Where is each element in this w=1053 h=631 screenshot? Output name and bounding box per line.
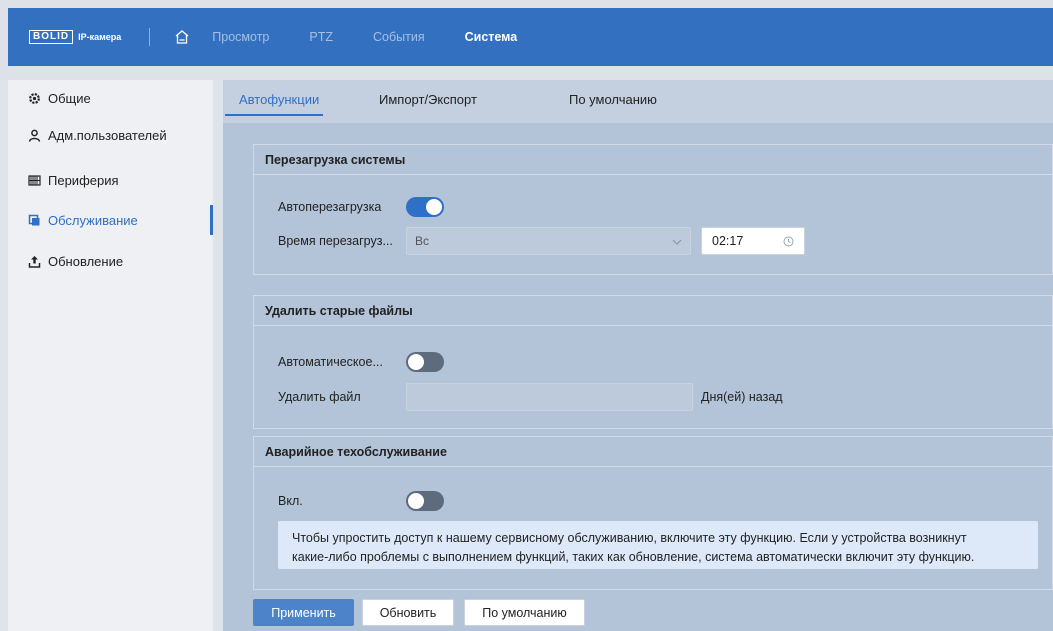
panel-title: Аварийное техобслуживание xyxy=(254,437,1052,467)
auto-reboot-toggle[interactable] xyxy=(406,197,444,217)
auto-delete-label: Автоматическое... xyxy=(278,355,383,369)
top-bar: BOLID IP-камера Просмотр PTZ События Сис… xyxy=(0,0,1053,80)
reboot-day-select[interactable]: Вс xyxy=(406,227,691,255)
nav-system[interactable]: Система xyxy=(465,30,518,44)
auto-delete-toggle[interactable] xyxy=(406,352,444,372)
reboot-panel: Перезагрузка системы Автоперезагрузка Вр… xyxy=(253,144,1053,275)
peripheral-icon xyxy=(27,173,41,187)
gear-icon xyxy=(27,91,41,105)
emergency-enable-row: Вкл. xyxy=(278,491,444,511)
default-button[interactable]: По умолчанию xyxy=(464,599,585,626)
days-suffix: Дня(ей) назад xyxy=(701,390,783,404)
top-nav: BOLID IP-камера Просмотр PTZ События Сис… xyxy=(8,8,1053,66)
tab-defaults[interactable]: По умолчанию xyxy=(569,92,657,107)
nav-ptz[interactable]: PTZ xyxy=(309,30,333,44)
nav-events[interactable]: События xyxy=(373,30,425,44)
refresh-button[interactable]: Обновить xyxy=(362,599,454,626)
sidebar-item-label: Периферия xyxy=(48,172,119,188)
delete-days-input[interactable] xyxy=(406,383,693,411)
tab-auto-functions[interactable]: Автофункции xyxy=(239,92,319,107)
panel-title: Перезагрузка системы xyxy=(254,145,1052,175)
reboot-day-value: Вс xyxy=(415,234,430,248)
emergency-enable-toggle[interactable] xyxy=(406,491,444,511)
auto-delete-row: Автоматическое... xyxy=(278,352,444,372)
panel-title: Удалить старые файлы xyxy=(254,296,1052,326)
emergency-enable-label: Вкл. xyxy=(278,494,303,508)
apply-button[interactable]: Применить xyxy=(253,599,354,626)
divider xyxy=(149,28,151,46)
tab-import-export[interactable]: Импорт/Экспорт xyxy=(379,92,477,107)
notice-line: Чтобы упростить доступ к нашему сервисно… xyxy=(292,531,967,545)
clock-icon xyxy=(783,236,794,250)
emergency-panel: Аварийное техобслуживание Вкл. Чтобы упр… xyxy=(253,436,1053,590)
tab-underline xyxy=(225,114,323,116)
upload-icon xyxy=(27,254,41,268)
reboot-time-row: Время перезагруз... Вс 02:17 xyxy=(278,227,805,255)
sidebar: Общие Адм.пользователей Периферия Обслуж… xyxy=(8,80,213,631)
reboot-time-input[interactable]: 02:17 xyxy=(701,227,805,255)
sidebar-item-update[interactable]: Обновление xyxy=(8,246,213,276)
logo-mark: BOLID xyxy=(29,30,74,44)
main-content: Автофункции Импорт/Экспорт По умолчанию … xyxy=(223,80,1053,631)
delete-days-row: Удалить файл Дня(ей) назад xyxy=(278,383,783,411)
reboot-time-value: 02:17 xyxy=(712,234,744,248)
sidebar-item-peripheral[interactable]: Периферия xyxy=(8,165,213,195)
nav-view[interactable]: Просмотр xyxy=(212,30,269,44)
emergency-notice: Чтобы упростить доступ к нашему сервисно… xyxy=(278,521,1038,569)
notice-line: какие-либо проблемы с выполнением функци… xyxy=(292,550,975,564)
chevron-down-icon xyxy=(672,236,682,250)
sidebar-item-label: Обновление xyxy=(48,253,124,269)
sidebar-item-label: Обслуживание xyxy=(48,212,138,228)
reboot-time-label: Время перезагруз... xyxy=(278,234,393,248)
delete-files-panel: Удалить старые файлы Автоматическое... У… xyxy=(253,295,1053,429)
home-icon[interactable] xyxy=(172,27,192,47)
sidebar-item-label: Адм.пользователей xyxy=(48,127,167,143)
sidebar-item-general[interactable]: Общие xyxy=(8,83,213,113)
user-icon xyxy=(27,128,41,142)
maintenance-icon xyxy=(27,213,41,227)
auto-reboot-label: Автоперезагрузка xyxy=(278,200,382,214)
main-nav: Просмотр PTZ События Система xyxy=(212,30,557,44)
brand-logo: BOLID IP-камера xyxy=(29,30,121,44)
sidebar-item-users[interactable]: Адм.пользователей xyxy=(8,120,213,150)
auto-reboot-row: Автоперезагрузка xyxy=(278,197,444,217)
delete-file-label: Удалить файл xyxy=(278,390,361,404)
sidebar-item-label: Общие xyxy=(48,90,91,106)
logo-text: IP-камера xyxy=(78,32,122,42)
tab-bar: Автофункции Импорт/Экспорт По умолчанию xyxy=(223,80,1053,123)
sidebar-item-maintenance[interactable]: Обслуживание xyxy=(8,205,213,235)
